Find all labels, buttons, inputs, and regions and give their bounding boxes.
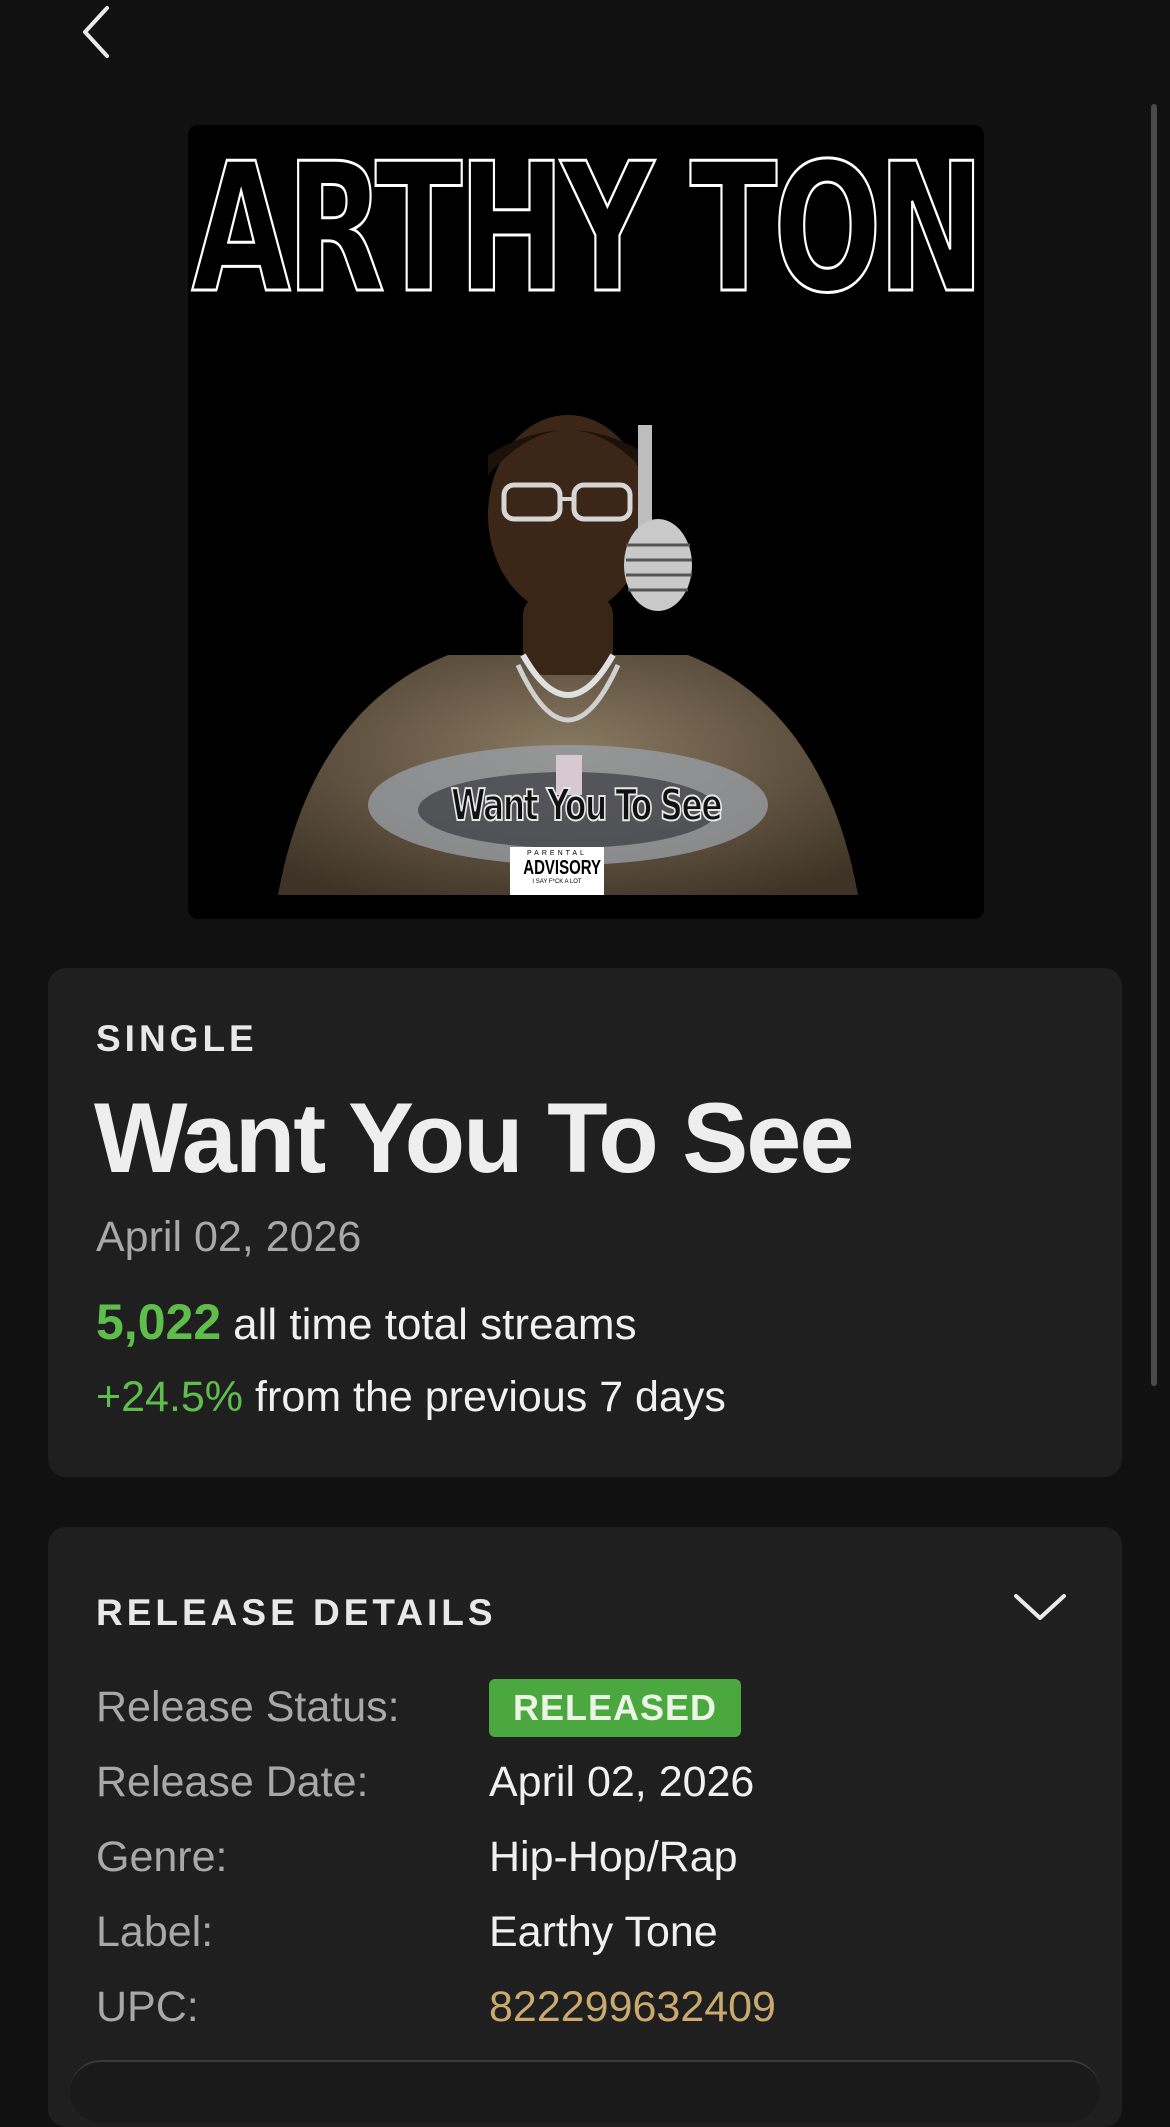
streams-count: 5,022 [96,1294,222,1350]
release-title: Want You To See [94,1082,854,1193]
detail-row-status: Release Status: RELEASED [96,1670,776,1745]
detail-value: Hip-Hop/Rap [489,1833,738,1881]
back-button[interactable] [72,0,122,64]
release-date: April 02, 2026 [96,1213,362,1261]
detail-label: Genre: [96,1833,228,1881]
growth-percent: +24.5% [96,1373,244,1421]
chevron-left-icon [83,6,109,58]
detail-value: April 02, 2026 [489,1758,755,1806]
advisory-bottom-text: I SAY F*CK A LOT [532,879,582,885]
release-details-list: Release Status: RELEASED Release Date: A… [96,1670,776,2045]
detail-value-upc: 822299632409 [489,1983,776,2031]
detail-label: Release Date: [96,1758,369,1806]
release-details-card: RELEASE DETAILS Release Status: RELEASED… [48,1527,1122,2127]
release-details-heading: RELEASE DETAILS [96,1592,497,1633]
growth-label: from the previous 7 days [255,1373,726,1421]
detail-row-genre: Genre: Hip-Hop/Rap [96,1820,776,1895]
detail-label: Label: [96,1908,214,1956]
detail-row-upc: UPC: 822299632409 [96,1970,776,2045]
release-summary-card: SINGLE Want You To See April 02, 2026 5,… [48,968,1122,1477]
streams-stat: 5,022 all time total streams [96,1293,637,1351]
detail-row-label: Label: Earthy Tone [96,1895,776,1970]
streams-label: all time total streams [233,1300,637,1349]
growth-stat: +24.5% from the previous 7 days [96,1373,726,1422]
album-cover: Earthy Tone [188,125,984,919]
release-type-label: SINGLE [96,1018,258,1059]
status-badge: RELEASED [489,1678,742,1737]
cover-artist-text: Earthy Tone [188,125,984,333]
chevron-down-icon [1014,1594,1066,1620]
bottom-bar[interactable] [70,2060,1100,2122]
detail-value: Earthy Tone [489,1908,718,1956]
cover-song-text: Want You To See [450,779,723,832]
detail-label: UPC: [96,1983,199,2031]
detail-row-date: Release Date: April 02, 2026 [96,1745,776,1820]
advisory-main-text: ADVISORY [523,857,602,879]
release-details-toggle[interactable] [1010,1582,1070,1632]
detail-label: Release Status: [96,1683,400,1731]
scrollbar[interactable] [1151,104,1157,1386]
parental-advisory-label: PARENTAL ADVISORY I SAY F*CK A LOT [510,847,604,895]
